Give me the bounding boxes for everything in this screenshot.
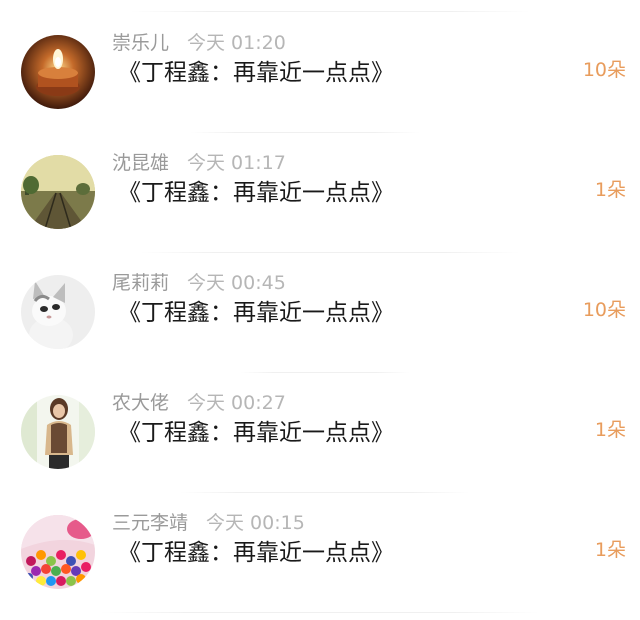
list-item[interactable]: 尾莉莉 今天 00:45 《丁程鑫：再靠近一点点》 10朵 bbox=[0, 260, 640, 380]
sender-name: 崇乐儿 bbox=[112, 32, 170, 54]
list-item[interactable]: 沈昆雄 今天 01:17 《丁程鑫：再靠近一点点》 1朵 bbox=[0, 140, 640, 260]
send-time: 今天 01:17 bbox=[187, 152, 286, 174]
list-item[interactable]: 崇乐儿 今天 01:20 《丁程鑫：再靠近一点点》 10朵 bbox=[0, 20, 640, 140]
send-time: 今天 00:27 bbox=[187, 392, 286, 414]
work-title[interactable]: 《丁程鑫：再靠近一点点》 bbox=[118, 418, 394, 448]
flower-count: 1朵 bbox=[594, 539, 626, 561]
work-title[interactable]: 《丁程鑫：再靠近一点点》 bbox=[118, 58, 394, 88]
divider bbox=[100, 612, 540, 613]
sender-name: 尾莉莉 bbox=[112, 272, 170, 294]
avatar[interactable] bbox=[21, 155, 95, 229]
flower-count: 10朵 bbox=[582, 59, 626, 81]
flower-count: 1朵 bbox=[594, 419, 626, 441]
send-time: 今天 00:15 bbox=[206, 512, 305, 534]
flower-count: 10朵 bbox=[582, 299, 626, 321]
candy-avatar-image bbox=[21, 515, 95, 589]
railway-avatar-image bbox=[21, 155, 95, 229]
gift-list: 崇乐儿 今天 01:20 《丁程鑫：再靠近一点点》 10朵 沈昆雄 今天 01:17… bbox=[0, 0, 640, 617]
work-title[interactable]: 《丁程鑫：再靠近一点点》 bbox=[118, 298, 394, 328]
list-item[interactable]: 三元李靖 今天 00:15 《丁程鑫：再靠近一点点》 1朵 bbox=[0, 500, 640, 620]
send-time: 今天 01:20 bbox=[187, 32, 286, 54]
sender-name: 沈昆雄 bbox=[112, 152, 170, 174]
avatar[interactable] bbox=[21, 35, 95, 109]
woman-avatar-image bbox=[21, 395, 95, 469]
divider bbox=[240, 372, 410, 373]
sender-name: 三元李靖 bbox=[112, 512, 189, 534]
work-title[interactable]: 《丁程鑫：再靠近一点点》 bbox=[118, 178, 394, 208]
cat-avatar-image bbox=[21, 275, 95, 349]
divider bbox=[140, 252, 520, 253]
avatar[interactable] bbox=[21, 515, 95, 589]
divider bbox=[130, 11, 530, 12]
avatar[interactable] bbox=[21, 275, 95, 349]
divider bbox=[180, 492, 470, 493]
send-time: 今天 00:45 bbox=[187, 272, 286, 294]
sender-name: 农大佬 bbox=[112, 392, 170, 414]
work-title[interactable]: 《丁程鑫：再靠近一点点》 bbox=[118, 538, 394, 568]
flower-count: 1朵 bbox=[594, 179, 626, 201]
candle-avatar-image bbox=[21, 35, 95, 109]
list-item[interactable]: 农大佬 今天 00:27 《丁程鑫：再靠近一点点》 1朵 bbox=[0, 380, 640, 500]
avatar[interactable] bbox=[21, 395, 95, 469]
divider bbox=[190, 132, 420, 133]
